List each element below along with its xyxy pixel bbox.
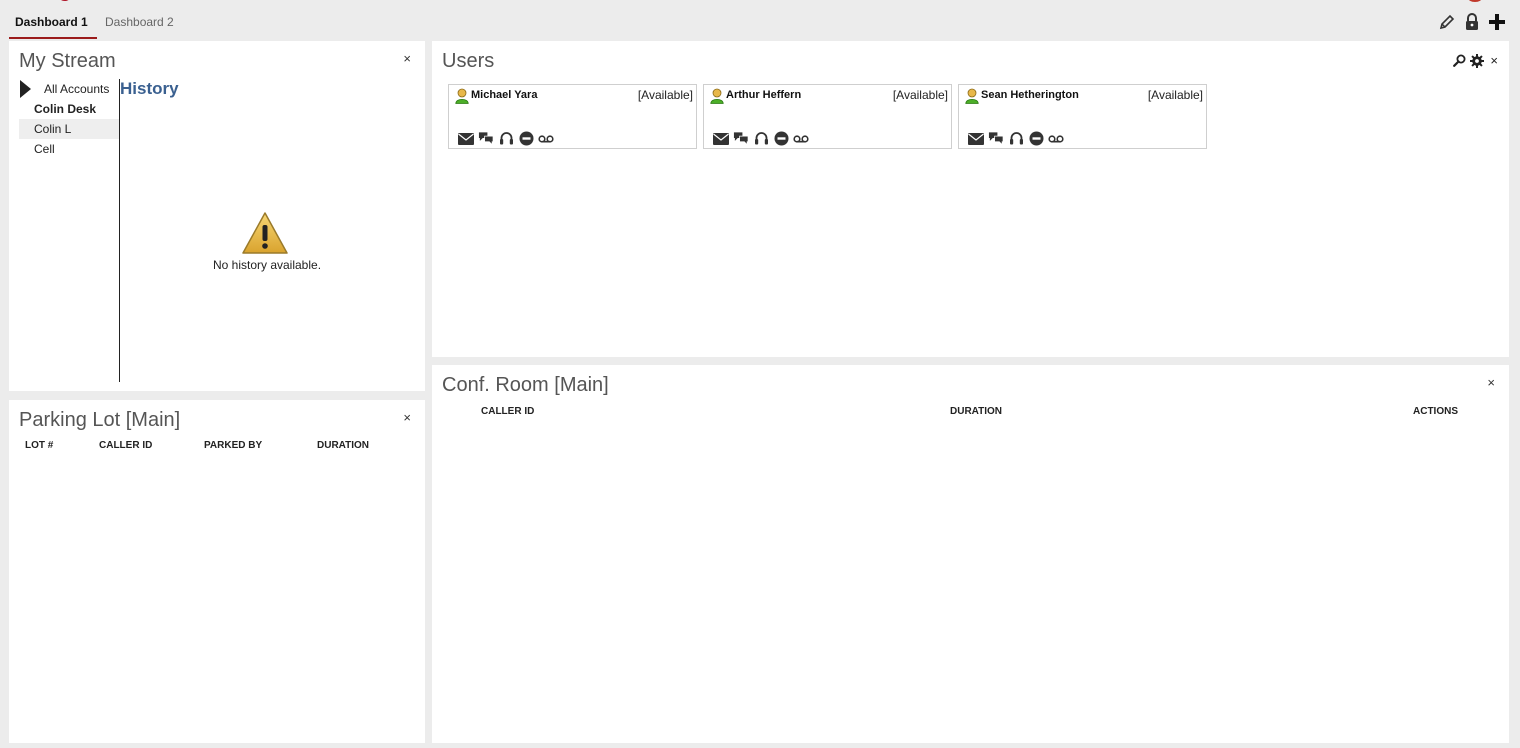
panel-title: Users (442, 50, 495, 72)
gear-icon[interactable] (1470, 53, 1485, 68)
empty-history-message: No history available. (212, 258, 322, 272)
users-panel: Users × Michael Yara [Available] Arthur … (432, 41, 1509, 357)
email-icon[interactable] (968, 131, 984, 146)
voicemail-icon[interactable] (538, 131, 554, 146)
email-icon[interactable] (713, 131, 729, 146)
account-item-cell[interactable]: Cell (19, 139, 119, 159)
panel-title: Parking Lot [Main] (19, 409, 181, 431)
expand-triangle-icon[interactable] (20, 80, 31, 98)
column-header-duration[interactable]: DURATION (950, 406, 1002, 417)
column-header-duration[interactable]: DURATION (317, 440, 369, 451)
presence-user-icon (965, 88, 979, 109)
column-header-caller-id[interactable]: CALLER ID (99, 440, 152, 451)
panel-title: Conf. Room [Main] (442, 374, 609, 396)
user-actions (458, 131, 554, 146)
panel-tools: × (1453, 53, 1498, 68)
headset-icon[interactable] (1008, 131, 1024, 146)
chat-icon[interactable] (478, 131, 494, 146)
column-header-caller-id[interactable]: CALLER ID (481, 406, 534, 417)
notification-indicator[interactable] (1468, 0, 1482, 2)
do-not-disturb-icon[interactable] (773, 131, 789, 146)
history-title: History (120, 79, 179, 98)
user-actions (968, 131, 1064, 146)
chat-icon[interactable] (733, 131, 749, 146)
user-status: [Available] (637, 88, 693, 102)
column-header-parked-by[interactable]: PARKED BY (204, 440, 262, 451)
account-item-all[interactable]: All Accounts (19, 79, 119, 99)
user-status: [Available] (1147, 88, 1203, 102)
presence-user-icon (710, 88, 724, 109)
close-button[interactable]: × (1487, 375, 1495, 391)
close-button[interactable]: × (403, 410, 411, 426)
my-stream-panel: My Stream × All Accounts Colin Desk Coli… (9, 41, 425, 391)
user-name: Arthur Heffern (726, 89, 802, 101)
app-logo: ᴗ ᵖ ʸ (14, 0, 194, 2)
conf-room-panel: Conf. Room [Main] × CALLER ID DURATION A… (432, 365, 1509, 743)
user-card[interactable]: Sean Hetherington [Available] (958, 84, 1207, 149)
user-status: [Available] (892, 88, 948, 102)
account-label: All Accounts (44, 82, 110, 96)
account-item-colin-l[interactable]: Colin L (19, 119, 119, 139)
close-button[interactable]: × (1488, 53, 1498, 68)
do-not-disturb-icon[interactable] (518, 131, 534, 146)
panel-title: My Stream (19, 50, 116, 72)
voicemail-icon[interactable] (793, 131, 809, 146)
headset-icon[interactable] (753, 131, 769, 146)
dashboard-toolbar (1438, 12, 1506, 32)
search-icon[interactable] (1453, 54, 1466, 67)
user-name: Michael Yara (471, 89, 538, 101)
chat-icon[interactable] (988, 131, 1004, 146)
user-card[interactable]: Arthur Heffern [Available] (703, 84, 952, 149)
account-list: All Accounts Colin Desk Colin L Cell (19, 79, 119, 159)
user-name: Sean Hetherington (981, 89, 1079, 101)
user-actions (713, 131, 809, 146)
warning-icon (241, 211, 289, 260)
divider (119, 79, 120, 382)
account-item-colin-desk[interactable]: Colin Desk (19, 99, 119, 119)
tab-dashboard-2[interactable]: Dashboard 2 (99, 8, 180, 39)
user-card[interactable]: Michael Yara [Available] (448, 84, 697, 149)
email-icon[interactable] (458, 131, 474, 146)
close-button[interactable]: × (403, 51, 411, 67)
lock-icon[interactable] (1463, 12, 1481, 32)
column-header-lot[interactable]: LOT # (25, 440, 53, 451)
headset-icon[interactable] (498, 131, 514, 146)
column-header-actions[interactable]: ACTIONS (1413, 406, 1458, 417)
tab-dashboard-1[interactable]: Dashboard 1 (9, 8, 97, 39)
voicemail-icon[interactable] (1048, 131, 1064, 146)
top-bar: ᴗ ᵖ ʸ Dashboard 1 Dashboard 2 (0, 0, 1520, 40)
plus-icon[interactable] (1488, 12, 1506, 32)
parking-lot-panel: Parking Lot [Main] × LOT # CALLER ID PAR… (9, 400, 425, 743)
pencil-icon[interactable] (1438, 12, 1456, 32)
presence-user-icon (455, 88, 469, 109)
do-not-disturb-icon[interactable] (1028, 131, 1044, 146)
